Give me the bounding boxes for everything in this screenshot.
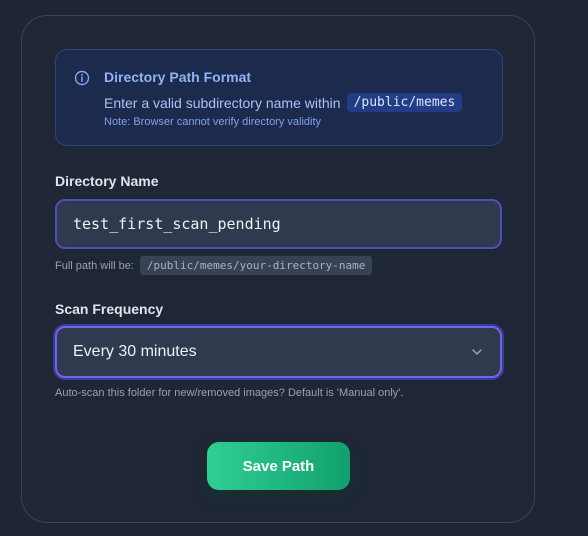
settings-card: Directory Path Format Enter a valid subd… xyxy=(21,15,535,523)
info-description: Enter a valid subdirectory name within /… xyxy=(104,93,463,112)
scan-frequency-label: Scan Frequency xyxy=(55,301,164,317)
full-path-hint: Full path will be: /public/memes/your-di… xyxy=(55,256,373,275)
save-path-button[interactable]: Save Path xyxy=(207,442,350,490)
info-banner: Directory Path Format Enter a valid subd… xyxy=(55,49,503,146)
full-path-code: /public/memes/your-directory-name xyxy=(139,256,373,275)
directory-name-label: Directory Name xyxy=(55,173,159,189)
scan-frequency-value: Every 30 minutes xyxy=(73,343,197,360)
info-note: Note: Browser cannot verify directory va… xyxy=(104,116,322,128)
base-path-code: /public/memes xyxy=(346,93,463,112)
scan-frequency-select[interactable]: Every 30 minutes xyxy=(55,326,502,378)
chevron-down-icon xyxy=(470,345,484,359)
info-title: Directory Path Format xyxy=(104,69,252,85)
directory-name-input[interactable]: test_first_scan_pending xyxy=(55,199,502,249)
scan-frequency-hint: Auto-scan this folder for new/removed im… xyxy=(55,387,404,399)
full-path-hint-text: Full path will be: xyxy=(55,259,134,272)
info-circle-icon xyxy=(74,70,90,86)
info-line-text: Enter a valid subdirectory name within xyxy=(104,94,341,111)
